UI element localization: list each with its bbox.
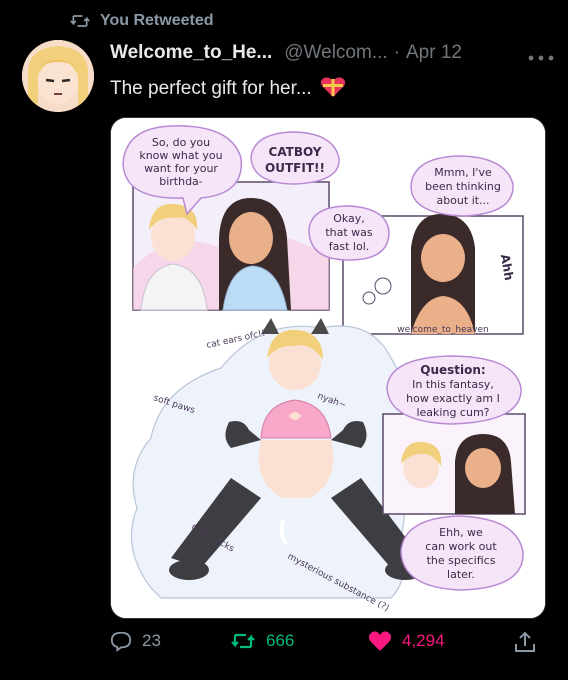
bubble-specifics-line3: the specifics [427,554,496,567]
author-handle[interactable]: @Welcom... [284,42,387,64]
comic-panel-3 [382,413,526,515]
gift-heart-icon [320,77,346,97]
reply-icon [110,631,132,652]
bubble-question: Question: In this fantasy, how exactly a… [386,355,522,425]
like-count: 4,294 [402,631,445,650]
bubble-specifics: Ehh, we can work out the specifics later… [400,515,524,591]
reply-count: 23 [142,631,161,650]
heart-filled-icon [369,631,391,651]
bubble-question-line1: Question: [420,363,485,377]
bubble-fast-line2: that was [325,226,373,239]
bubble-question-line2: In this fantasy, [412,378,494,391]
bubble-thinking-line2: been thinking [425,180,501,193]
bubble-birthday-line4: birthda- [159,175,203,188]
bubble-catboy-outfit: CATBOY OUTFIT!! [250,131,340,185]
more-horizontal-icon[interactable] [528,42,554,68]
bubble-question-line4: leaking cum? [416,406,489,419]
retweet-banner: You Retweeted [70,12,214,30]
retweet-icon [70,15,90,27]
retweet-count: 666 [266,631,295,650]
tweet-header: Welcome_to_He... @Welcom... · Apr 12 [110,42,552,64]
bubble-fast: Okay, that was fast lol. [308,205,390,261]
avatar[interactable] [22,40,94,112]
bubble-thinking-line1: Mmm, I've [434,166,492,179]
tweet-date[interactable]: Apr 12 [406,42,462,64]
bubble-catboy-line1: CATBOY [269,145,322,159]
bubble-thinking: Mmm, I've been thinking about it... [410,155,514,217]
author-name[interactable]: Welcome_to_He... [110,42,272,64]
tweet-action-bar: 23 666 4,294 [110,630,550,660]
share-icon [515,631,535,652]
separator-dot: · [393,42,400,63]
tweet-media-image[interactable]: welcome_to_heaven Ahh cat ears ofc!! sof… [110,117,546,619]
share-button[interactable] [514,630,536,654]
bubble-fast-line3: fast lol. [329,240,370,253]
retweet-icon [231,633,255,649]
bubble-birthday-line2: know what you [139,149,222,162]
artist-credit: welcome_to_heaven [397,325,489,335]
bubble-thinking-line3: about it... [436,194,489,207]
like-button[interactable]: 4,294 [368,630,445,652]
comic-panel-1 [132,181,330,311]
tweet-body: The perfect gift for her... [110,78,312,99]
bubble-specifics-line1: Ehh, we [439,526,483,539]
bubble-specifics-line2: can work out [425,540,497,553]
bubble-fast-line1: Okay, [333,212,365,225]
tweet-text: The perfect gift for her... [110,76,346,100]
bubble-birthday-line3: want for your [144,162,218,175]
retweet-button[interactable]: 666 [230,630,294,652]
bubble-question-line3: how exactly am I [406,392,500,405]
comic-illustration: welcome_to_heaven Ahh cat ears ofc!! sof… [111,118,545,618]
bubble-catboy-line2: OUTFIT!! [265,161,325,175]
reply-button[interactable]: 23 [110,630,161,652]
bubble-birthday-line1: So, do you [152,136,210,149]
retweet-label: You Retweeted [100,12,214,29]
bubble-specifics-line4: later. [447,568,475,581]
